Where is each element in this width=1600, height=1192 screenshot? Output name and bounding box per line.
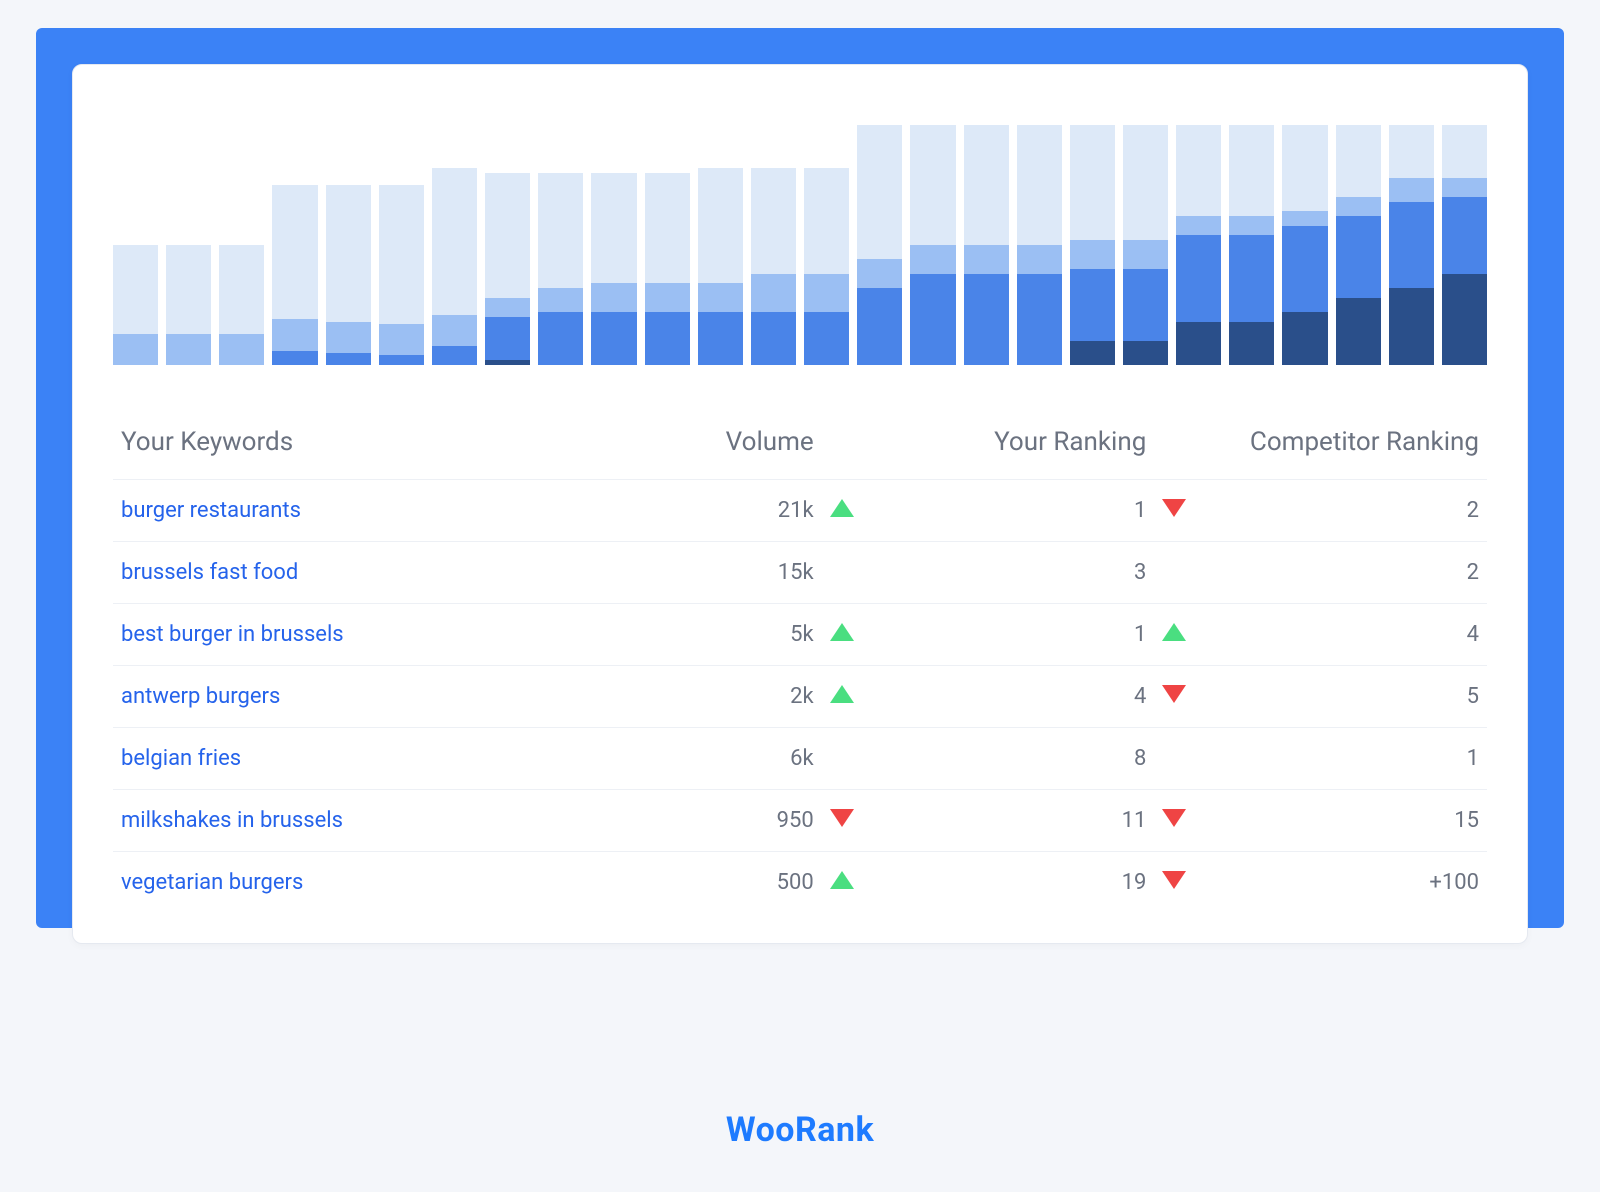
chart-bar	[964, 123, 1009, 365]
trend-up-icon	[830, 871, 854, 889]
keyword-table: Your Keywords Volume Your Ranking Compet…	[113, 413, 1487, 913]
chart-bar	[857, 123, 902, 365]
chart-bar	[591, 123, 636, 365]
trend-up-icon	[1162, 623, 1186, 641]
chart-bar	[1070, 123, 1115, 365]
competitor-rank-value: 5	[1212, 666, 1487, 728]
table-row: burger restaurants 21k 12	[113, 480, 1487, 542]
keyword-stacked-bar-chart	[113, 105, 1487, 365]
header-your-ranking: Your Ranking	[880, 413, 1155, 480]
chart-bar	[1442, 123, 1487, 365]
chart-bar	[1017, 123, 1062, 365]
keyword-link[interactable]: best burger in brussels	[121, 622, 344, 647]
keyword-link[interactable]: milkshakes in brussels	[121, 808, 343, 833]
chart-bar	[272, 123, 317, 365]
your-rank-value: 4	[880, 666, 1155, 728]
your-rank-value: 3	[880, 542, 1155, 604]
table-row: belgian fries 6k 81	[113, 728, 1487, 790]
chart-bar	[1389, 123, 1434, 365]
your-rank-value: 19	[880, 852, 1155, 914]
keyword-link[interactable]: vegetarian burgers	[121, 870, 303, 895]
header-competitor-ranking: Competitor Ranking	[1212, 413, 1487, 480]
header-volume: Volume	[605, 413, 822, 480]
trend-up-icon	[830, 685, 854, 703]
chart-bar	[751, 123, 796, 365]
chart-bar	[166, 123, 211, 365]
your-rank-value: 1	[880, 604, 1155, 666]
chart-bar	[1123, 123, 1168, 365]
chart-bar	[379, 123, 424, 365]
chart-bar	[1282, 123, 1327, 365]
chart-bar	[485, 123, 530, 365]
competitor-rank-value: 1	[1212, 728, 1487, 790]
keyword-link[interactable]: antwerp burgers	[121, 684, 280, 709]
chart-bar	[326, 123, 371, 365]
trend-up-icon	[830, 623, 854, 641]
chart-bar	[113, 123, 158, 365]
chart-bar	[538, 123, 583, 365]
chart-bar	[432, 123, 477, 365]
your-rank-value: 1	[880, 480, 1155, 542]
table-row: antwerp burgers 2k 45	[113, 666, 1487, 728]
woorank-logo: WooRank	[0, 1110, 1600, 1150]
trend-down-icon	[830, 809, 854, 827]
competitor-rank-value: +100	[1212, 852, 1487, 914]
header-keywords: Your Keywords	[113, 413, 605, 480]
keyword-link[interactable]: brussels fast food	[121, 560, 298, 585]
trend-down-icon	[1162, 809, 1186, 827]
chart-bar	[1336, 123, 1381, 365]
volume-value: 5k	[605, 604, 822, 666]
keyword-card: Your Keywords Volume Your Ranking Compet…	[72, 64, 1528, 944]
competitor-rank-value: 2	[1212, 542, 1487, 604]
chart-bar	[698, 123, 743, 365]
your-rank-value: 8	[880, 728, 1155, 790]
volume-value: 6k	[605, 728, 822, 790]
keyword-link[interactable]: burger restaurants	[121, 498, 301, 523]
trend-down-icon	[1162, 685, 1186, 703]
trend-down-icon	[1162, 499, 1186, 517]
chart-bar	[1229, 123, 1274, 365]
chart-bar	[1176, 123, 1221, 365]
keyword-link[interactable]: belgian fries	[121, 746, 241, 771]
trend-up-icon	[830, 499, 854, 517]
chart-bar	[910, 123, 955, 365]
competitor-rank-value: 2	[1212, 480, 1487, 542]
trend-down-icon	[1162, 871, 1186, 889]
table-row: vegetarian burgers 500 19 +100	[113, 852, 1487, 914]
volume-value: 2k	[605, 666, 822, 728]
competitor-rank-value: 15	[1212, 790, 1487, 852]
chart-bar	[219, 123, 264, 365]
table-row: best burger in brussels 5k 14	[113, 604, 1487, 666]
volume-value: 500	[605, 852, 822, 914]
volume-value: 950	[605, 790, 822, 852]
competitor-rank-value: 4	[1212, 604, 1487, 666]
volume-value: 15k	[605, 542, 822, 604]
chart-bar	[804, 123, 849, 365]
chart-bar	[645, 123, 690, 365]
table-row: milkshakes in brussels 950 11 15	[113, 790, 1487, 852]
volume-value: 21k	[605, 480, 822, 542]
table-row: brussels fast food 15k 32	[113, 542, 1487, 604]
your-rank-value: 11	[880, 790, 1155, 852]
